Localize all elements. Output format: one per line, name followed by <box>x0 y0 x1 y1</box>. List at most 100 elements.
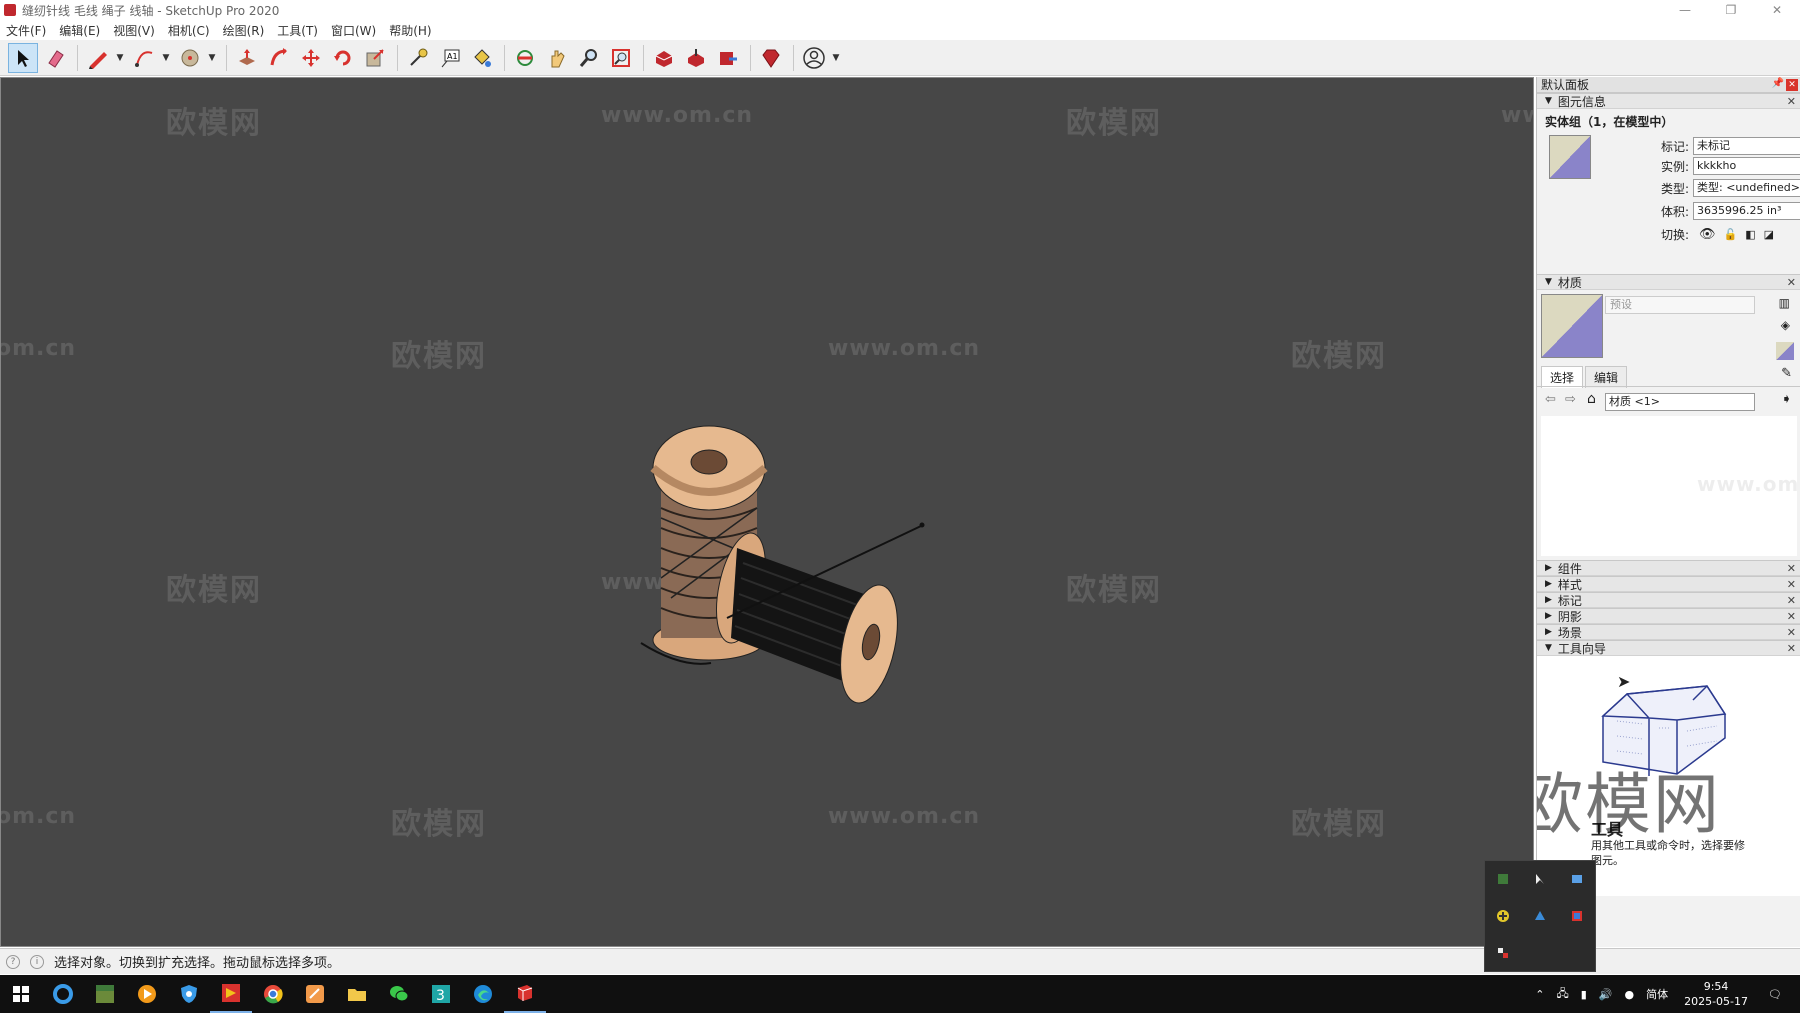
section-close-icon[interactable]: ✕ <box>1787 276 1796 289</box>
visibility-eye-icon[interactable]: 👁 <box>1699 227 1716 242</box>
lock-icon[interactable]: 🔓 <box>1724 228 1738 241</box>
account-button[interactable] <box>799 43 829 73</box>
instructor-header[interactable]: ▼ 工具向导 ✕ <box>1537 640 1800 656</box>
account-dropdown[interactable]: ▼ <box>831 43 841 73</box>
section-close-icon[interactable]: ✕ <box>1787 642 1796 655</box>
volume-icon[interactable]: 🔊 <box>1599 988 1613 1001</box>
pin-icon[interactable]: 📌 <box>1772 78 1784 89</box>
taskbar-clock[interactable]: 9:54 2025-05-17 <box>1684 979 1748 1009</box>
close-button[interactable]: ✕ <box>1754 0 1800 20</box>
current-material-swatch[interactable] <box>1541 294 1603 358</box>
section-close-icon[interactable]: ✕ <box>1787 610 1796 623</box>
menu-edit[interactable]: 编辑(E) <box>59 22 100 39</box>
tags-header[interactable]: ▶ 标记 ✕ <box>1537 592 1800 608</box>
rotate-tool-button[interactable] <box>328 43 358 73</box>
front-spool[interactable] <box>708 522 925 709</box>
tab-edit[interactable]: 编辑 <box>1585 366 1628 388</box>
material-collection-select[interactable]: 材质 <1> <box>1605 393 1755 411</box>
3d-warehouse-button[interactable] <box>649 43 679 73</box>
push-pull-tool-button[interactable] <box>232 43 262 73</box>
taskbar-edge[interactable] <box>462 975 504 1013</box>
pan-tool-button[interactable] <box>542 43 572 73</box>
cast-shadows-icon[interactable]: ◪ <box>1764 228 1774 241</box>
section-close-icon[interactable]: ✕ <box>1787 95 1796 108</box>
entity-material-swatch[interactable] <box>1549 135 1591 179</box>
tray-app-icon[interactable] <box>1558 861 1595 898</box>
receive-shadows-icon[interactable]: ◧ <box>1745 228 1755 241</box>
taskbar-player[interactable] <box>126 975 168 1013</box>
display-secondary-icon[interactable]: ▥ <box>1779 296 1790 310</box>
app-tray-icon[interactable]: ▮ <box>1581 988 1587 1001</box>
sample-paint-icon[interactable]: ✎ <box>1781 366 1792 381</box>
menu-file[interactable]: 文件(F) <box>6 22 46 39</box>
share-component-button[interactable] <box>713 43 743 73</box>
tag-select[interactable]: 未标记 <box>1693 137 1800 155</box>
modeling-viewport[interactable]: 欧模网 www.om.cn 欧模网 www.om.cn om.cn 欧模网 ww… <box>0 77 1534 947</box>
menu-camera[interactable]: 相机(C) <box>168 22 210 39</box>
arc-tool-button[interactable] <box>129 43 159 73</box>
menu-tools[interactable]: 工具(T) <box>277 22 318 39</box>
materials-header[interactable]: ▼ 材质 ✕ <box>1537 274 1800 290</box>
follow-me-tool-button[interactable] <box>264 43 294 73</box>
section-close-icon[interactable]: ✕ <box>1787 594 1796 607</box>
geolocation-icon[interactable]: ? <box>6 954 20 969</box>
credits-info-icon[interactable]: i <box>30 954 44 969</box>
extension-warehouse-button[interactable] <box>756 43 786 73</box>
tab-select[interactable]: 选择 <box>1541 366 1584 388</box>
back-arrow-icon[interactable]: ⇦ <box>1545 392 1556 407</box>
taskbar-security[interactable] <box>168 975 210 1013</box>
details-arrow-icon[interactable]: ➧ <box>1781 392 1792 407</box>
panel-close-button[interactable]: ✕ <box>1786 79 1798 91</box>
section-close-icon[interactable]: ✕ <box>1787 578 1796 591</box>
entity-info-header[interactable]: ▼ 图元信息 ✕ <box>1537 93 1800 109</box>
forward-arrow-icon[interactable]: ⇨ <box>1565 392 1576 407</box>
eraser-tool-button[interactable] <box>40 43 70 73</box>
show-hidden-icons-chevron-icon[interactable]: ⌃ <box>1535 988 1544 1001</box>
taskbar-ie[interactable] <box>42 975 84 1013</box>
create-material-icon[interactable]: ◈ <box>1781 318 1790 332</box>
taskbar-wechat[interactable] <box>378 975 420 1013</box>
text-tool-button[interactable]: A1 <box>435 43 465 73</box>
notification-center-icon[interactable]: 🗨 <box>1768 988 1782 1001</box>
paint-bucket-tool-button[interactable] <box>467 43 497 73</box>
zoom-tool-button[interactable] <box>574 43 604 73</box>
thread-spools-model[interactable] <box>631 398 951 758</box>
taskbar-3dsmax[interactable]: 3 <box>420 975 462 1013</box>
styles-header[interactable]: ▶ 样式 ✕ <box>1537 576 1800 592</box>
tray-app-icon[interactable] <box>1485 861 1522 898</box>
taskbar-media[interactable] <box>210 975 252 1013</box>
taskbar-sketchup[interactable] <box>504 975 546 1013</box>
menu-window[interactable]: 窗口(W) <box>331 22 376 39</box>
arc-tool-dropdown[interactable]: ▼ <box>161 43 171 73</box>
shadows-header[interactable]: ▶ 阴影 ✕ <box>1537 608 1800 624</box>
home-icon[interactable]: ⌂ <box>1587 391 1596 407</box>
tape-measure-tool-button[interactable] <box>403 43 433 73</box>
zoom-extents-tool-button[interactable] <box>606 43 636 73</box>
network-icon[interactable]: 🖧 <box>1556 985 1568 1004</box>
default-material-icon[interactable] <box>1776 342 1794 360</box>
line-tool-button[interactable] <box>83 43 113 73</box>
menu-help[interactable]: 帮助(H) <box>389 22 431 39</box>
start-button[interactable] <box>0 975 42 1013</box>
section-close-icon[interactable]: ✕ <box>1787 626 1796 639</box>
section-close-icon[interactable]: ✕ <box>1787 562 1796 575</box>
taskbar-tool[interactable] <box>294 975 336 1013</box>
move-tool-button[interactable] <box>296 43 326 73</box>
type-select[interactable]: 类型: <undefined> <box>1693 179 1800 197</box>
wechat-tray-icon[interactable]: ● <box>1624 988 1634 1001</box>
taskbar-chrome[interactable] <box>252 975 294 1013</box>
ime-indicator[interactable]: 简体 <box>1646 986 1668 1002</box>
orbit-tool-button[interactable] <box>510 43 540 73</box>
select-tool-button[interactable] <box>8 42 38 73</box>
instance-name-input[interactable]: kkkkho <box>1693 157 1800 175</box>
maximize-button[interactable]: ❐ <box>1708 0 1754 20</box>
tray-app-icon[interactable] <box>1485 898 1522 935</box>
share-model-button[interactable] <box>681 43 711 73</box>
shape-tool-button[interactable] <box>175 43 205 73</box>
tray-app-icon[interactable] <box>1485 934 1522 971</box>
minimize-button[interactable]: — <box>1662 0 1708 20</box>
line-tool-dropdown[interactable]: ▼ <box>115 43 125 73</box>
components-header[interactable]: ▶ 组件 ✕ <box>1537 560 1800 576</box>
menu-view[interactable]: 视图(V) <box>113 22 155 39</box>
scenes-header[interactable]: ▶ 场景 ✕ <box>1537 624 1800 640</box>
